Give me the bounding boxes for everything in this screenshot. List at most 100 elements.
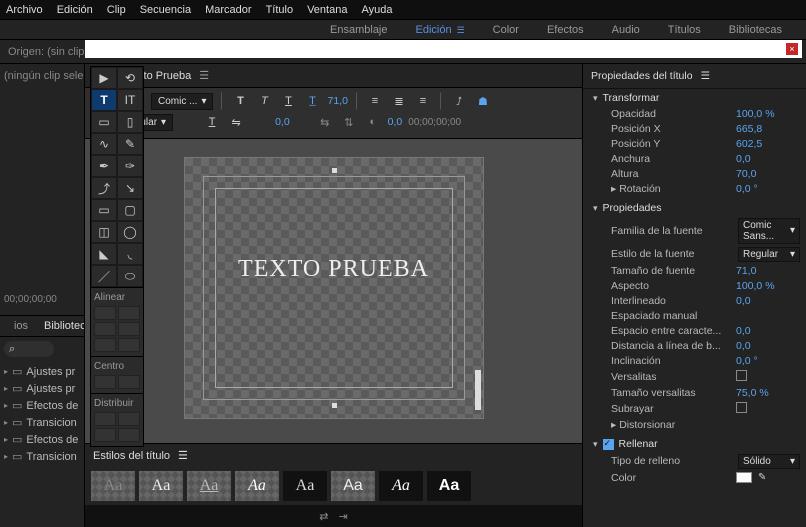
prop-height-value[interactable]: 70,0	[736, 168, 800, 180]
workspace-efectos[interactable]: Efectos	[547, 24, 584, 36]
pen-tool[interactable]: ✎	[117, 133, 143, 155]
rotation-tool[interactable]: ⟲	[117, 67, 143, 89]
insert-icon[interactable]: ⇥	[339, 510, 348, 523]
tree-item[interactable]: ▸▭Transicion	[4, 414, 80, 431]
tracking-icon[interactable]: ⇆	[316, 113, 334, 131]
style-swatch[interactable]: Aa	[91, 471, 135, 501]
add-anchor-tool[interactable]: ✒	[91, 155, 117, 177]
prop-smallcaps-checkbox[interactable]	[736, 370, 747, 381]
size-indicator-icon[interactable]: T̲	[303, 92, 321, 110]
text-size-icon[interactable]: T	[203, 113, 221, 131]
prop-fontfam-select[interactable]: Comic Sans...▾	[738, 218, 800, 244]
style-swatch[interactable]: Aa	[427, 471, 471, 501]
baseline-icon[interactable]: ◐	[364, 113, 382, 131]
center-btn[interactable]	[118, 375, 140, 389]
panel-menu-icon[interactable]: ☰	[701, 70, 710, 82]
prop-posy-value[interactable]: 602,5	[736, 138, 800, 150]
resize-handle[interactable]	[332, 403, 337, 408]
tab-bibliotecas[interactable]: Bibliotec	[42, 316, 84, 336]
center-btn[interactable]	[94, 375, 116, 389]
arc-tool[interactable]: ◟	[117, 243, 143, 265]
tree-item[interactable]: ▸▭Transicion	[4, 448, 80, 465]
distribute-btn[interactable]	[94, 412, 116, 426]
selection-tool[interactable]: ▶	[91, 67, 117, 89]
style-swatch[interactable]: Aa	[235, 471, 279, 501]
font-family-select[interactable]: Comic ...▾	[151, 93, 213, 110]
tree-item[interactable]: ▸▭Efectos de	[4, 397, 80, 414]
align-btn[interactable]	[94, 306, 116, 320]
font-size-value[interactable]: 71,0	[327, 95, 347, 107]
panel-menu-icon[interactable]: ☰	[199, 69, 209, 82]
style-swatch[interactable]: Aa	[283, 471, 327, 501]
eyedropper-icon[interactable]: ✎	[758, 472, 766, 483]
italic-icon[interactable]: T	[255, 92, 273, 110]
show-video-icon[interactable]: ☗	[474, 92, 492, 110]
path-type-tool[interactable]: ∿	[91, 133, 117, 155]
prop-posx-value[interactable]: 665,8	[736, 123, 800, 135]
menu-edicion[interactable]: Edición	[57, 4, 93, 16]
panel-menu-icon[interactable]: ☰	[178, 449, 188, 462]
distribute-btn[interactable]	[118, 412, 140, 426]
line-tool[interactable]: ／	[91, 265, 117, 287]
align-btn[interactable]	[118, 306, 140, 320]
color-swatch[interactable]	[736, 472, 752, 483]
align-btn[interactable]	[118, 338, 140, 352]
tab-stops-icon[interactable]: ⭜	[450, 92, 468, 110]
style-swatch[interactable]: Aa	[187, 471, 231, 501]
prop-leading-value[interactable]: 0,0	[736, 295, 800, 307]
distribute-btn[interactable]	[118, 428, 140, 442]
section-fill[interactable]: ▾Rellenar	[593, 438, 806, 450]
resize-handle[interactable]	[332, 168, 337, 173]
prop-opacity-value[interactable]: 100,0 %	[736, 108, 800, 120]
close-icon[interactable]: ×	[786, 43, 798, 55]
kerning-value[interactable]: 0,0	[275, 116, 290, 128]
menu-ayuda[interactable]: Ayuda	[361, 4, 392, 16]
fill-enable-checkbox[interactable]	[603, 439, 614, 450]
style-swatch[interactable]: Aa	[379, 471, 423, 501]
type-tool[interactable]: T	[91, 89, 117, 111]
style-swatch[interactable]: Aa	[331, 471, 375, 501]
prop-smallcapsize-value[interactable]: 75,0 %	[736, 387, 800, 399]
search-input[interactable]: ⌕	[4, 341, 54, 357]
delete-anchor-tool[interactable]: ✑	[117, 155, 143, 177]
ellipse-tool[interactable]: ◯	[117, 221, 143, 243]
prop-slant-value[interactable]: 0,0 °	[736, 355, 800, 367]
rectangle-tool[interactable]: ▭	[91, 199, 117, 221]
prop-width-value[interactable]: 0,0	[736, 153, 800, 165]
rounded-rect-tool[interactable]: ▢	[117, 199, 143, 221]
align-left-icon[interactable]: ≡	[366, 92, 384, 110]
align-btn[interactable]	[94, 322, 116, 336]
prop-fontstyle-select[interactable]: Regular▾	[738, 247, 800, 262]
title-canvas[interactable]: TEXTO PRUEBA	[184, 157, 484, 419]
tree-item[interactable]: ▸▭Ajustes pr	[4, 363, 80, 380]
style-swatch[interactable]: Aa	[139, 471, 183, 501]
section-transform[interactable]: ▾Transformar	[593, 92, 806, 104]
prop-fontsize-value[interactable]: 71,0	[736, 265, 800, 277]
underline-icon[interactable]: T	[279, 92, 297, 110]
tree-item[interactable]: ▸▭Ajustes pr	[4, 380, 80, 397]
wedge-tool[interactable]: ◣	[91, 243, 117, 265]
vertical-type-tool[interactable]: IT	[117, 89, 143, 111]
round-tool[interactable]: ⬭	[117, 265, 143, 287]
workspace-titulos[interactable]: Títulos	[668, 24, 701, 36]
workspace-edicion[interactable]: Edición	[416, 24, 465, 36]
distribute-btn[interactable]	[94, 428, 116, 442]
anchor-tool[interactable]: ↘	[117, 177, 143, 199]
tab-ios[interactable]: ios	[0, 316, 42, 336]
prop-tracking-value[interactable]: 0,0	[736, 325, 800, 337]
menu-titulo[interactable]: Título	[266, 4, 294, 16]
section-properties[interactable]: ▾Propiedades	[593, 202, 806, 214]
workspace-color[interactable]: Color	[493, 24, 519, 36]
title-text[interactable]: TEXTO PRUEBA	[185, 256, 483, 283]
menu-secuencia[interactable]: Secuencia	[140, 4, 191, 16]
sync-icon[interactable]: ⇄	[319, 510, 328, 523]
area-type-tool[interactable]: ▭	[91, 111, 117, 133]
align-right-icon[interactable]: ≡	[414, 92, 432, 110]
prop-filltype-select[interactable]: Sólido▾	[738, 454, 800, 469]
align-center-icon[interactable]: ≣	[390, 92, 408, 110]
align-btn[interactable]	[118, 322, 140, 336]
workspace-audio[interactable]: Audio	[612, 24, 640, 36]
tracking-value[interactable]: 0,0	[388, 116, 403, 128]
prop-baseline-value[interactable]: 0,0	[736, 340, 800, 352]
kerning-icon[interactable]: ⇋	[227, 113, 245, 131]
